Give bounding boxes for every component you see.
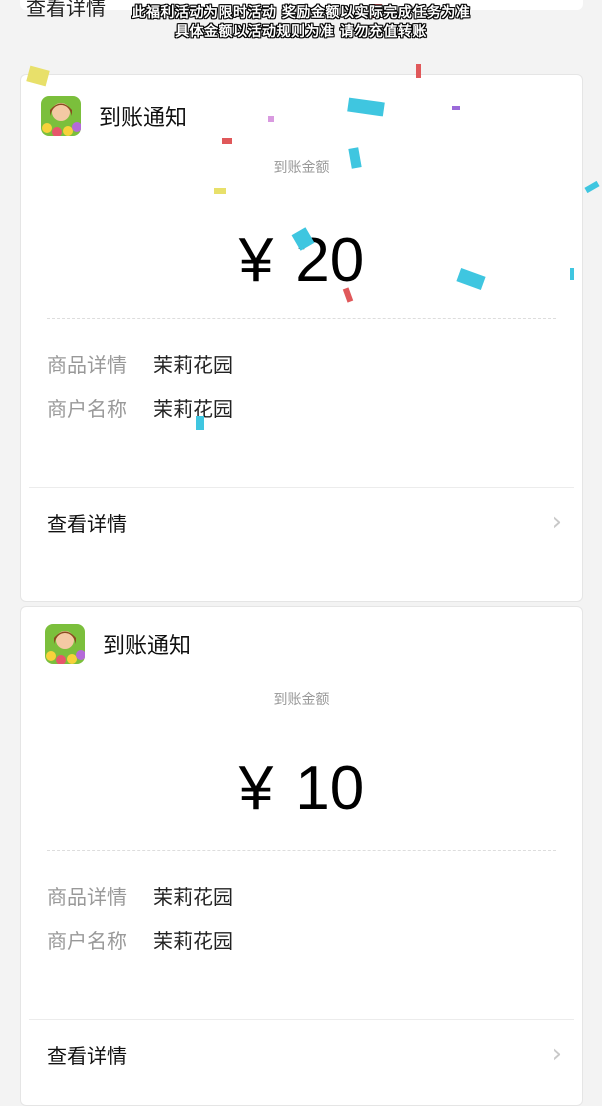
view-details-button[interactable]: 查看详情 › — [47, 507, 562, 537]
chevron-right-icon: › — [551, 507, 562, 537]
merchant-key: 商户名称 — [47, 397, 127, 421]
promo-disclaimer: 此福利活动为限时活动 奖励金额以实际完成任务为准 具体金额以活动规则为准 请勿充… — [0, 4, 602, 42]
currency-symbol: ¥ — [238, 226, 274, 295]
goods-key: 商品详情 — [47, 885, 127, 909]
dashed-divider — [47, 850, 556, 851]
merchant-row: 商户名称 茉莉花园 — [47, 925, 233, 954]
amount-value: ¥20 — [21, 225, 582, 296]
card-title: 到账通知 — [99, 106, 188, 131]
currency-symbol: ¥ — [238, 754, 274, 823]
merchant-value: 茉莉花园 — [153, 397, 233, 421]
amount-value: ¥10 — [21, 753, 582, 824]
amount-number: 20 — [295, 226, 365, 295]
disclaimer-line-2: 具体金额以活动规则为准 请勿充值转账 — [175, 24, 427, 40]
view-details-label: 查看详情 — [47, 1043, 127, 1068]
goods-key: 商品详情 — [47, 353, 127, 377]
amount-label: 到账金额 — [273, 160, 330, 176]
amount-number: 10 — [295, 754, 365, 823]
card-title: 到账通知 — [103, 634, 192, 659]
goods-value: 茉莉花园 — [153, 353, 233, 377]
divider — [29, 1019, 574, 1020]
card-header: 到账通知 — [45, 623, 191, 665]
view-details-button[interactable]: 查看详情 › — [47, 1039, 562, 1069]
divider — [29, 487, 574, 488]
payment-notification-card: 到账通知 到账金额 ¥10 商品详情 茉莉花园 商户名称 茉莉花园 查看详情 › — [20, 606, 583, 1106]
amount-label: 到账金额 — [273, 692, 330, 708]
view-details-label: 查看详情 — [47, 511, 127, 536]
goods-value: 茉莉花园 — [153, 885, 233, 909]
garden-girl-app-icon — [41, 96, 81, 136]
goods-row: 商品详情 茉莉花园 — [47, 881, 233, 910]
chevron-right-icon: › — [551, 1039, 562, 1069]
payment-notification-card: 到账通知 到账金额 ¥20 商品详情 茉莉花园 商户名称 茉莉花园 查看详情 › — [20, 74, 583, 602]
merchant-row: 商户名称 茉莉花园 — [47, 393, 233, 422]
merchant-key: 商户名称 — [47, 929, 127, 953]
goods-row: 商品详情 茉莉花园 — [47, 349, 233, 378]
dashed-divider — [47, 318, 556, 319]
merchant-value: 茉莉花园 — [153, 929, 233, 953]
card-header: 到账通知 — [41, 95, 187, 137]
disclaimer-line-1: 此福利活动为限时活动 奖励金额以实际完成任务为准 — [131, 5, 471, 21]
garden-girl-app-icon — [45, 624, 85, 664]
confetti-piece — [584, 180, 600, 194]
